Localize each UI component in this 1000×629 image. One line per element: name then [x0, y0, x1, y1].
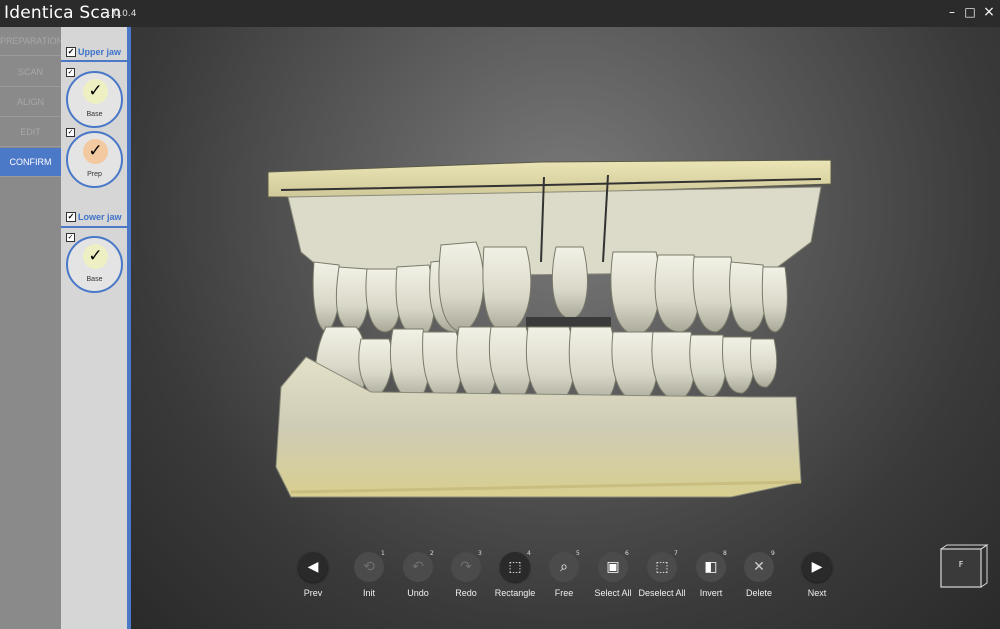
next-label: Next: [807, 588, 827, 598]
upper-prep-checkbox[interactable]: ✓: [66, 128, 75, 137]
lasso-select-icon: ⌕: [560, 559, 568, 575]
upper-jaw-divider: [61, 60, 127, 62]
view-cube[interactable]: F: [937, 543, 989, 591]
shortcut-badge: 3: [478, 550, 482, 557]
upper-jaw-label: Upper jaw: [78, 47, 122, 57]
prev-label: Prev: [303, 588, 323, 598]
shortcut-badge: 7: [674, 550, 678, 557]
step-preparation[interactable]: PREPARATION: [0, 27, 63, 56]
deselect-all-icon: ⬚: [655, 559, 669, 575]
delete-icon: ✕: [753, 559, 765, 575]
minimize-button[interactable]: –: [944, 4, 960, 20]
dental-model-render[interactable]: [131, 27, 1000, 629]
shortcut-badge: 5: [576, 550, 580, 557]
occlusal-gap: [526, 317, 611, 327]
check-icon: ✓: [83, 244, 108, 269]
reset-icon: ⟲: [363, 559, 375, 575]
step-scan[interactable]: SCAN: [0, 58, 61, 87]
shortcut-badge: 1: [381, 550, 385, 557]
check-icon: ✓: [83, 79, 108, 104]
app-version: 1.0.0.4: [105, 9, 137, 19]
shortcut-badge: 9: [771, 550, 775, 557]
jaw-panel: ✓ Upper jaw ✓ ✓ Base ✓ ✓ Prep ✓ Lower ja…: [61, 27, 128, 629]
next-arrow-icon: ▶: [811, 559, 823, 575]
select-all-icon: ▣: [606, 559, 620, 575]
upper-base-ring[interactable]: ✓ Base: [66, 71, 123, 128]
step-confirm[interactable]: CONFIRM: [0, 148, 61, 177]
upper-prep-scan[interactable]: ✓ ✓ Prep: [65, 128, 125, 188]
app-title: Identica Scan: [4, 3, 122, 23]
lower-jaw-header: ✓ Lower jaw: [65, 209, 127, 227]
lower-jaw-divider: [61, 226, 127, 228]
lower-jaw-label: Lower jaw: [78, 212, 122, 222]
prev-arrow-icon: ◀: [307, 559, 319, 575]
lower-base-ring[interactable]: ✓ Base: [66, 236, 123, 293]
lower-base-checkbox[interactable]: ✓: [66, 233, 75, 242]
step-navigation: PREPARATION SCAN ALIGN EDIT CONFIRM: [0, 27, 63, 629]
check-icon: ✓: [83, 139, 108, 164]
shortcut-badge: 6: [625, 550, 629, 557]
redo-icon: ↷: [460, 559, 472, 575]
shortcut-badge: 2: [430, 550, 434, 557]
upper-base-scan[interactable]: ✓ ✓ Base: [65, 68, 125, 128]
delete-button[interactable]: ✕ 9 Delete: [729, 547, 789, 607]
shortcut-badge: 4: [527, 550, 531, 557]
title-bar: Identica Scan 1.0.0.4 – □ ×: [0, 0, 1000, 27]
scan-name: Prep: [87, 171, 102, 178]
step-edit[interactable]: EDIT: [0, 118, 61, 147]
shortcut-badge: 8: [723, 550, 727, 557]
next-button[interactable]: ▶ Next: [787, 547, 847, 607]
lower-base-scan[interactable]: ✓ ✓ Base: [65, 233, 125, 293]
view-cube-face-label: F: [958, 560, 964, 569]
prev-button[interactable]: ◀ Prev: [283, 547, 343, 607]
step-align[interactable]: ALIGN: [0, 88, 61, 117]
3d-viewport[interactable]: ◀ Prev ⟲ 1 Init ↶ 2 Undo ↷ 3 Redo ⬚ 4 Re…: [131, 27, 1000, 629]
upper-base-checkbox[interactable]: ✓: [66, 68, 75, 77]
scan-name: Base: [86, 276, 103, 283]
upper-jaw-checkbox[interactable]: ✓: [66, 47, 76, 57]
close-button[interactable]: ×: [981, 4, 997, 20]
upper-prep-ring[interactable]: ✓ Prep: [66, 131, 123, 188]
lower-jaw-checkbox[interactable]: ✓: [66, 212, 76, 222]
scan-name: Base: [86, 111, 103, 118]
rectangle-select-icon: ⬚: [508, 559, 522, 575]
maximize-button[interactable]: □: [962, 4, 978, 20]
invert-selection-icon: ◧: [704, 559, 718, 575]
undo-icon: ↶: [412, 559, 424, 575]
delete-label: Delete: [745, 588, 772, 598]
